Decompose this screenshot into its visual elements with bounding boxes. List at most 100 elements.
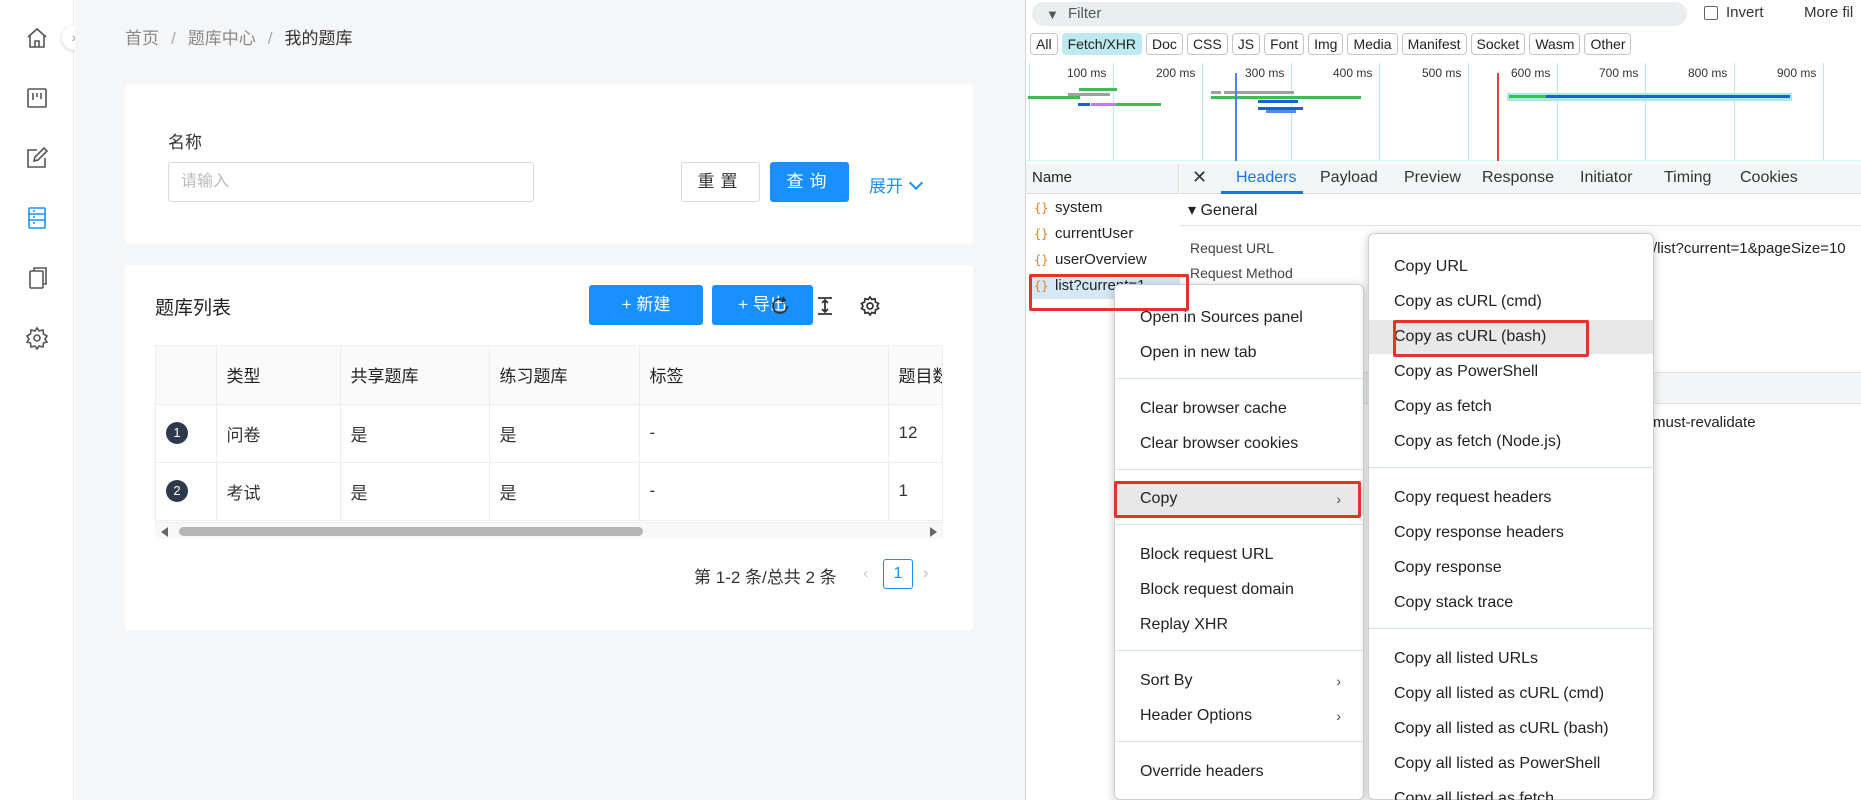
menu-copy-response[interactable]: Copy response (1369, 551, 1653, 585)
menu-sort-by[interactable]: Sort By › (1115, 664, 1363, 698)
tab-preview[interactable]: Preview (1404, 169, 1461, 187)
filter-chip-socket[interactable]: Socket (1470, 33, 1526, 55)
menu-replay-xhr[interactable]: Replay XHR (1115, 608, 1363, 642)
menu-override-headers[interactable]: Override headers (1115, 755, 1363, 789)
waterfall-bar (1078, 103, 1090, 106)
waterfall-bar (1546, 95, 1790, 98)
general-section-header[interactable]: ▾ General (1180, 198, 1861, 226)
copy-icon[interactable] (25, 266, 49, 290)
new-button[interactable]: + 新建 (589, 285, 703, 325)
edit-icon[interactable] (25, 146, 49, 170)
export-button[interactable]: + 导出 (712, 285, 813, 325)
xhr-icon: {} (1034, 201, 1049, 215)
request-row-useroverview[interactable]: {} userOverview (1030, 248, 1180, 273)
waterfall-bar (1091, 103, 1116, 106)
menu-copy-url[interactable]: Copy URL (1369, 250, 1653, 284)
menu-copy-request-headers[interactable]: Copy request headers (1369, 481, 1653, 515)
table-settings-icon[interactable] (859, 295, 881, 317)
invert-checkbox[interactable] (1704, 6, 1718, 20)
copy-submenu: Copy URL Copy as cURL (cmd) Copy as cURL… (1368, 233, 1654, 800)
settings-icon[interactable] (25, 326, 49, 351)
menu-divider (1369, 628, 1653, 629)
filter-chip-img[interactable]: Img (1308, 33, 1344, 55)
table-row[interactable]: 2 考试 是 是 - 1 (156, 462, 942, 521)
menu-copy[interactable]: Copy › (1115, 482, 1363, 516)
expand-label: 展开 (869, 177, 903, 196)
filter-chip-all[interactable]: All (1030, 33, 1058, 55)
request-row-currentuser[interactable]: {} currentUser (1030, 222, 1180, 247)
tab-payload[interactable]: Payload (1320, 169, 1378, 187)
filter-chip-manifest[interactable]: Manifest (1401, 33, 1467, 55)
board-icon[interactable] (25, 86, 49, 110)
menu-copy-all-fetch[interactable]: Copy all listed as fetch (1369, 782, 1653, 800)
filter-chip-font[interactable]: Font (1264, 33, 1305, 55)
request-row-system[interactable]: {} system (1030, 196, 1180, 221)
menu-copy-fetch-node[interactable]: Copy as fetch (Node.js) (1369, 425, 1653, 459)
tab-headers[interactable]: Headers (1236, 169, 1296, 187)
expand-link[interactable]: 展开 (869, 172, 924, 197)
filter-chip-other[interactable]: Other (1584, 33, 1632, 55)
cell-tags: - (639, 462, 889, 521)
menu-divider (1115, 524, 1363, 525)
waterfall-bar (1266, 110, 1296, 113)
tab-initiator[interactable]: Initiator (1580, 169, 1632, 187)
scroll-left-icon[interactable] (161, 527, 168, 537)
filter-chip-media[interactable]: Media (1347, 33, 1398, 55)
menu-header-options[interactable]: Header Options › (1115, 699, 1363, 733)
query-button[interactable]: 查询 (770, 162, 849, 202)
filter-chip-css[interactable]: CSS (1186, 33, 1228, 55)
menu-divider (1369, 467, 1653, 468)
menu-clear-cache[interactable]: Clear browser cache (1115, 392, 1363, 426)
name-column-header[interactable]: Name (1026, 164, 1179, 194)
filter-icon: ▼ (1046, 7, 1059, 22)
tab-timing[interactable]: Timing (1664, 169, 1711, 187)
home-icon[interactable] (25, 26, 49, 50)
menu-copy-powershell[interactable]: Copy as PowerShell (1369, 355, 1653, 389)
menu-copy-response-headers[interactable]: Copy response headers (1369, 516, 1653, 550)
tab-response[interactable]: Response (1482, 169, 1554, 187)
scrollbar-thumb[interactable] (179, 527, 643, 536)
breadcrumb-home[interactable]: 首页 (125, 29, 159, 48)
filter-chip-doc[interactable]: Doc (1146, 33, 1183, 55)
pagination-next-icon[interactable]: › (923, 565, 928, 583)
filter-chip-fetch-xhr[interactable]: Fetch/XHR (1061, 33, 1143, 55)
active-tab-indicator (1221, 191, 1303, 194)
menu-block-url[interactable]: Block request URL (1115, 538, 1363, 572)
menu-open-new-tab[interactable]: Open in new tab (1115, 336, 1363, 370)
timeline-tick-label: 600 ms (1511, 66, 1551, 80)
column-height-icon[interactable] (814, 295, 836, 317)
menu-open-in-sources[interactable]: Open in Sources panel (1115, 301, 1363, 335)
breadcrumb-center[interactable]: 题库中心 (188, 29, 256, 48)
network-filter-input[interactable]: ▼ Filter (1032, 2, 1687, 26)
filter-chip-wasm[interactable]: Wasm (1529, 33, 1581, 55)
menu-copy-curl-cmd[interactable]: Copy as cURL (cmd) (1369, 285, 1653, 319)
more-filters-button[interactable]: More fil (1804, 4, 1853, 21)
menu-copy-curl-bash[interactable]: Copy as cURL (bash) (1369, 320, 1653, 354)
network-timeline-overview[interactable]: 100 ms 200 ms 300 ms 400 ms 500 ms 600 ms 700 … (1026, 63, 1861, 161)
table-scroll-area[interactable]: 类型 共享题库 练习题库 标签 题目数 1 问卷 是 是 - 12 (155, 345, 943, 523)
menu-copy-fetch[interactable]: Copy as fetch (1369, 390, 1653, 424)
pagination-prev-icon[interactable]: ‹ (863, 565, 868, 583)
menu-copy-stack-trace[interactable]: Copy stack trace (1369, 586, 1653, 620)
refresh-icon[interactable] (769, 295, 791, 317)
tab-cookies[interactable]: Cookies (1740, 169, 1798, 187)
menu-copy-all-powershell[interactable]: Copy all listed as PowerShell (1369, 747, 1653, 781)
menu-block-domain[interactable]: Block request domain (1115, 573, 1363, 607)
question-bank-icon[interactable] (25, 206, 49, 230)
menu-copy-label: Copy (1140, 490, 1178, 507)
horizontal-scrollbar[interactable] (155, 523, 943, 539)
pagination-page-1[interactable]: 1 (883, 559, 913, 589)
timeline-gridline (1823, 63, 1824, 161)
timeline-gridline (1468, 63, 1469, 161)
filter-chip-js[interactable]: JS (1231, 33, 1261, 55)
menu-copy-all-urls[interactable]: Copy all listed URLs (1369, 642, 1653, 676)
name-search-input[interactable] (168, 162, 534, 202)
menu-clear-cookies[interactable]: Clear browser cookies (1115, 427, 1363, 461)
scroll-right-icon[interactable] (930, 527, 937, 537)
table-row[interactable]: 1 问卷 是 是 - 12 (156, 404, 942, 463)
menu-copy-all-curl-bash[interactable]: Copy all listed as cURL (bash) (1369, 712, 1653, 746)
reset-button[interactable]: 重置 (681, 162, 760, 202)
cell-tags: - (639, 404, 889, 463)
close-icon[interactable]: ✕ (1192, 167, 1207, 188)
menu-copy-all-curl-cmd[interactable]: Copy all listed as cURL (cmd) (1369, 677, 1653, 711)
